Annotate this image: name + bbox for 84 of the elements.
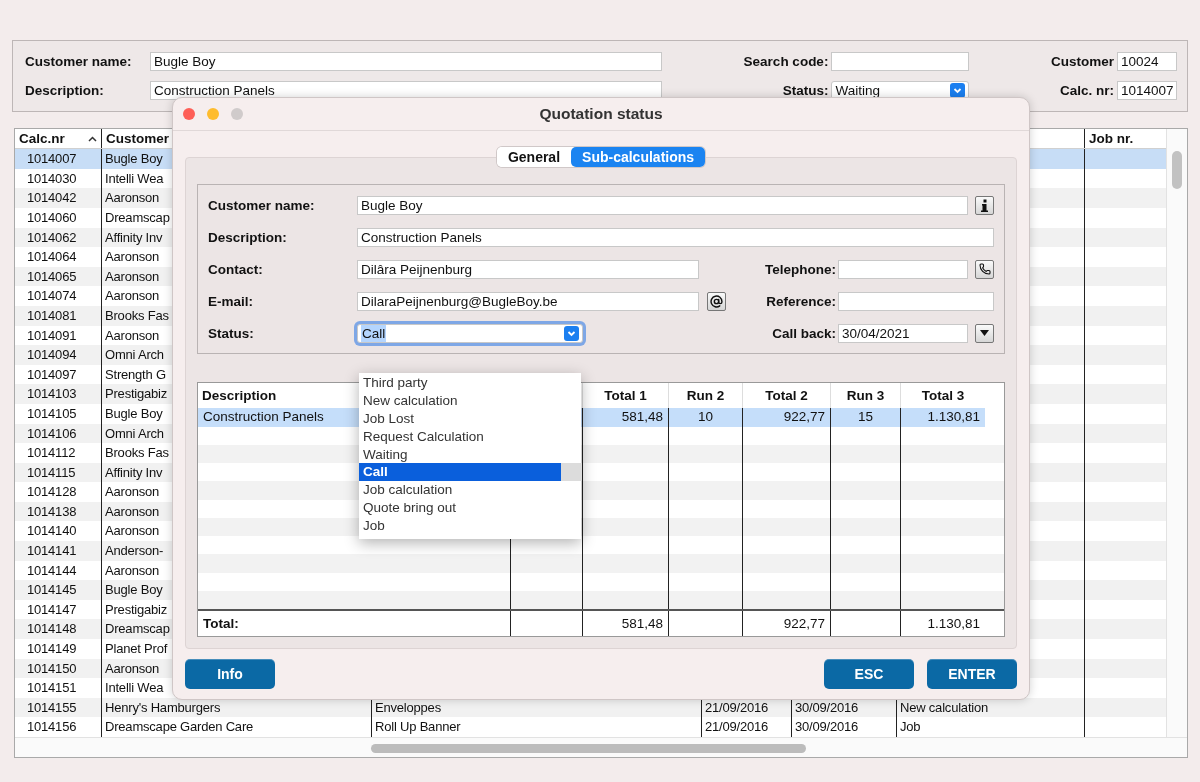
caret-down-icon	[980, 330, 989, 336]
table-cell: 15	[830, 408, 900, 427]
scrollbar-thumb[interactable]	[1172, 151, 1182, 189]
table-cell-text: 1014097	[26, 365, 78, 384]
table-cell-text: 1014060	[26, 208, 78, 227]
table-cell-text: 1014155	[26, 698, 78, 717]
total-value: 922,77	[742, 611, 830, 636]
at-sign-icon	[710, 294, 723, 308]
table-cell-text: 1014030	[26, 169, 78, 188]
menu-option[interactable]: Call	[359, 463, 581, 482]
reference-field[interactable]	[838, 291, 994, 311]
email-field[interactable]: DilaraPeijnenburg@BugleBoy.be	[357, 291, 699, 311]
telephone-field[interactable]	[838, 259, 968, 279]
field-label: Customer name:	[25, 54, 132, 69]
contact-field[interactable]: Dilâra Peijnenburg	[357, 259, 699, 279]
date-picker-button[interactable]	[975, 323, 994, 343]
minimize-icon[interactable]	[207, 108, 219, 120]
table-cell-text: 1014147	[26, 600, 78, 619]
table-cell-text: 1014074	[26, 287, 78, 306]
table-cell-text: 1014149	[26, 640, 78, 659]
total-value: 581,48	[582, 611, 668, 636]
field-label: Telephone:	[765, 261, 836, 277]
table-cell-text: 1014140	[26, 522, 78, 541]
zoom-icon[interactable]	[231, 108, 243, 120]
info-icon	[981, 198, 988, 212]
field-label: Description:	[208, 229, 288, 245]
close-icon[interactable]	[183, 108, 195, 120]
email-button[interactable]	[707, 291, 726, 311]
table-cell-text: 1014062	[26, 228, 78, 247]
table-cell-text: 1014145	[26, 581, 78, 600]
table-cell: 1.130,81	[900, 408, 985, 427]
search-code-field[interactable]	[831, 52, 970, 71]
table-cell-text: 1014128	[26, 483, 78, 502]
field-label: Customer	[1051, 54, 1114, 69]
customer-field[interactable]: 10024	[1117, 52, 1177, 71]
table-cell-text: 1014103	[26, 385, 78, 404]
table-cell-text: 1014144	[26, 561, 78, 580]
table-cell-text: 1014081	[26, 306, 78, 325]
phone-icon	[978, 263, 991, 275]
status-select[interactable]: Call	[357, 323, 583, 343]
table-cell-text: 1014138	[26, 502, 78, 521]
table-cell: 581,48	[582, 408, 668, 427]
description-field[interactable]: Construction Panels	[357, 227, 994, 247]
table-cell-text: 1014105	[26, 404, 78, 423]
field-label: Description:	[25, 83, 104, 98]
horizontal-scrollbar[interactable]	[15, 737, 1187, 757]
customer-name-field[interactable]: Bugle Boy	[150, 52, 662, 71]
table-cell-text: 1014094	[26, 346, 78, 365]
enter-button[interactable]: ENTER	[927, 659, 1017, 689]
escape-button[interactable]: ESC	[824, 659, 914, 689]
field-label: Calc. nr:	[1060, 83, 1114, 98]
table-cell-text: 1014064	[26, 248, 78, 267]
table-cell-text: 1014042	[26, 189, 78, 208]
field-label: Search code:	[743, 54, 829, 69]
table-cell: 922,77	[742, 408, 830, 427]
total-value: 1.130,81	[900, 611, 985, 636]
table-cell-text: 1014007	[26, 150, 78, 169]
table-cell-text: 1014151	[26, 679, 78, 698]
table-cell: 10	[668, 408, 742, 427]
window-title: Quotation status	[538, 105, 664, 123]
scrollbar-thumb[interactable]	[371, 744, 806, 753]
calc-nr-field[interactable]: 1014007	[1117, 81, 1177, 100]
field-label: Status:	[208, 325, 255, 341]
table-cell-text: 1014141	[26, 542, 78, 561]
table-cell-text: 1014156	[26, 718, 78, 737]
customer-name-field[interactable]: Bugle Boy	[357, 195, 968, 215]
chevron-down-icon	[564, 325, 579, 341]
call-button[interactable]	[975, 259, 994, 279]
table-cell-text: 1014115	[26, 463, 77, 482]
tab[interactable]: Sub-calculations	[571, 147, 706, 167]
table-cell-text: 1014106	[26, 424, 78, 443]
table-cell-text: 1014150	[26, 659, 78, 678]
table-cell-text: 1014091	[26, 326, 78, 345]
field-label: Call back:	[772, 325, 836, 341]
column-header[interactable]: Calc.nr	[15, 129, 101, 149]
vertical-scrollbar[interactable]	[1166, 129, 1187, 737]
table-cell-text: 1014112	[26, 444, 77, 463]
field-label: Reference:	[766, 293, 836, 309]
table-cell-text: 1014065	[26, 267, 78, 286]
table-cell-text: 1014148	[26, 620, 78, 639]
field-label: Status:	[782, 83, 829, 98]
info-button[interactable]: Info	[185, 659, 275, 689]
call-back-field[interactable]: 30/04/2021	[838, 323, 968, 343]
info-button[interactable]	[975, 195, 994, 215]
